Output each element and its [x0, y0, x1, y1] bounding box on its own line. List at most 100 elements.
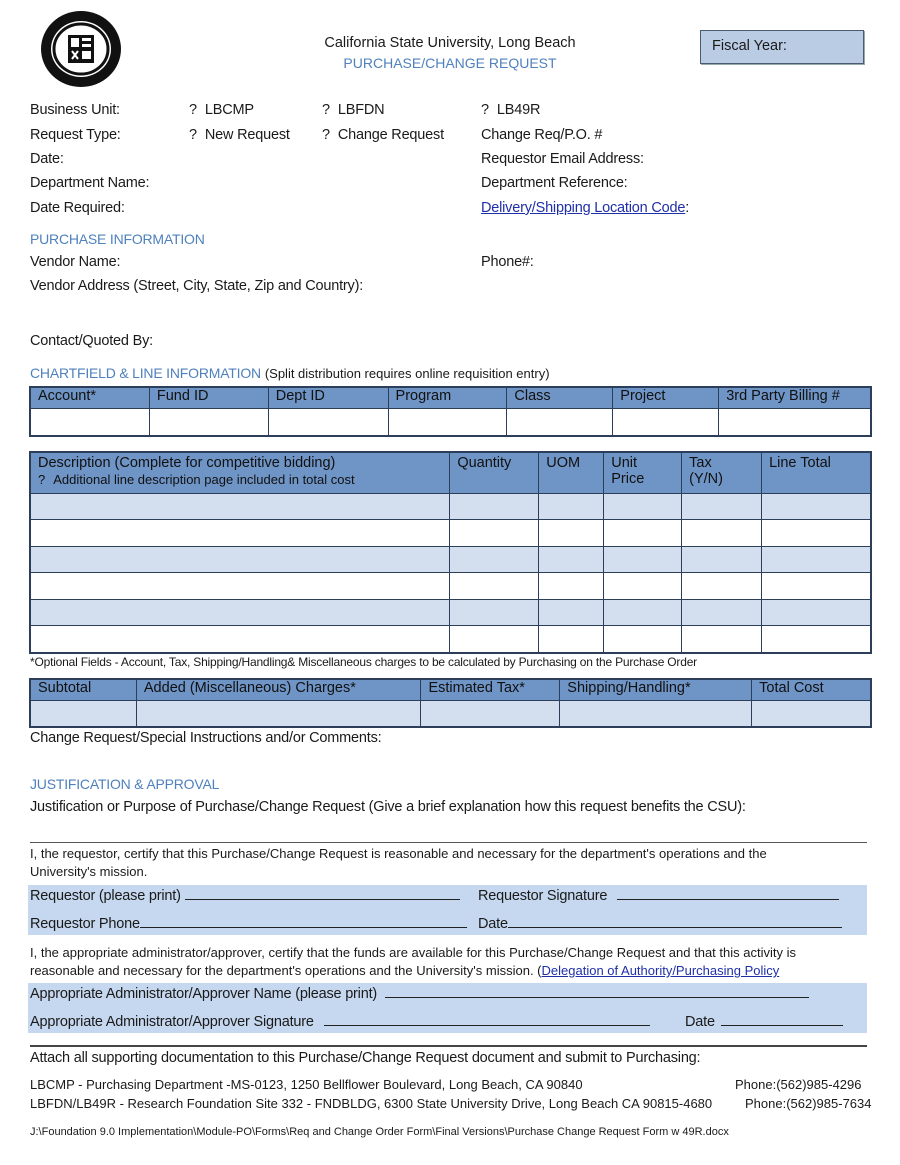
- line-total-input[interactable]: [761, 546, 871, 573]
- quantity-input[interactable]: [449, 572, 540, 600]
- unit-price-input[interactable]: [603, 546, 683, 573]
- shipping-handling-input[interactable]: [559, 700, 753, 728]
- unit-price-input[interactable]: [603, 572, 683, 600]
- approver-date-field[interactable]: Date: [685, 1014, 843, 1030]
- chartfield-row: [30, 408, 871, 437]
- col-line-total: Line Total: [761, 452, 871, 494]
- change-request-option[interactable]: ? Change Request: [322, 127, 444, 143]
- lbfdn-phone: Phone:(562)985-7634: [745, 1096, 872, 1111]
- uom-input[interactable]: [538, 599, 605, 626]
- subtotal-input[interactable]: [30, 700, 137, 728]
- line-total-input[interactable]: [761, 493, 871, 520]
- col-unit-price: Unit Price: [603, 452, 683, 494]
- requestor-date-field[interactable]: Date: [478, 916, 842, 932]
- quantity-input[interactable]: [449, 599, 540, 626]
- col-dept-id: Dept ID: [267, 387, 389, 409]
- requestor-phone-line[interactable]: [139, 916, 467, 928]
- comments-label: Change Request/Special Instructions and/…: [30, 730, 382, 746]
- approver-cert-line1: I, the appropriate administrator/approve…: [30, 945, 796, 960]
- delivery-location-link[interactable]: Delivery/Shipping Location Code: [481, 200, 685, 216]
- program-input[interactable]: [387, 408, 508, 437]
- col-shipping-handling: Shipping/Handling*: [559, 679, 753, 701]
- description-input[interactable]: [29, 493, 451, 520]
- uom-input[interactable]: [538, 625, 605, 653]
- line-total-input[interactable]: [761, 599, 871, 626]
- account-input[interactable]: [30, 408, 150, 437]
- col-class: Class: [506, 387, 614, 409]
- tax-input[interactable]: [681, 625, 763, 653]
- col-program: Program: [387, 387, 508, 409]
- chartfield-heading: CHARTFIELD & LINE INFORMATION (Split dis…: [30, 365, 550, 381]
- date-required-label: Date Required:: [30, 200, 125, 216]
- approver-date-line[interactable]: [720, 1014, 843, 1026]
- approver-signature-line[interactable]: [323, 1014, 650, 1026]
- unit-price-input[interactable]: [603, 599, 683, 626]
- uom-input[interactable]: [538, 546, 605, 573]
- tax-input[interactable]: [681, 599, 763, 626]
- tax-input[interactable]: [681, 493, 763, 520]
- checkbox-icon[interactable]: ?: [322, 127, 330, 143]
- requestor-print-field[interactable]: Requestor (please print): [30, 888, 460, 904]
- unit-price-input[interactable]: [603, 519, 683, 547]
- unit-price-input[interactable]: [603, 625, 683, 653]
- checkbox-icon[interactable]: ?: [38, 472, 45, 487]
- delivery-location-field: Delivery/Shipping Location Code:: [481, 200, 690, 216]
- checkbox-icon[interactable]: ?: [322, 102, 330, 118]
- line-item-row: [29, 572, 871, 600]
- requestor-signature-field[interactable]: Requestor Signature: [478, 888, 840, 904]
- checkbox-icon[interactable]: ?: [189, 102, 197, 118]
- contact-quoted-by-label: Contact/Quoted By:: [30, 333, 153, 349]
- description-input[interactable]: [29, 599, 451, 626]
- line-total-input[interactable]: [761, 625, 871, 653]
- tax-input[interactable]: [681, 546, 763, 573]
- delegation-policy-link[interactable]: Delegation of Authority/Purchasing Polic…: [542, 963, 780, 978]
- requestor-print-line[interactable]: [184, 888, 460, 900]
- quantity-input[interactable]: [449, 625, 540, 653]
- quantity-input[interactable]: [449, 546, 540, 573]
- quantity-input[interactable]: [449, 493, 540, 520]
- third-party-billing-input[interactable]: [718, 408, 871, 437]
- fiscal-year-field[interactable]: Fiscal Year:: [700, 30, 864, 64]
- project-input[interactable]: [612, 408, 720, 437]
- phone-label: Phone#:: [481, 254, 534, 270]
- requestor-date-line[interactable]: [507, 916, 842, 928]
- business-unit-lbfdn-option[interactable]: ? LBFDN: [322, 102, 385, 118]
- col-subtotal: Subtotal: [30, 679, 137, 701]
- approver-name-field[interactable]: Appropriate Administrator/Approver Name …: [30, 986, 809, 1002]
- description-input[interactable]: [29, 625, 451, 653]
- quantity-input[interactable]: [449, 519, 540, 547]
- requestor-cert-line2: University's mission.: [30, 864, 148, 879]
- col-added-charges: Added (Miscellaneous) Charges*: [135, 679, 422, 701]
- uom-input[interactable]: [538, 493, 605, 520]
- tax-input[interactable]: [681, 572, 763, 600]
- total-cost-input[interactable]: [751, 700, 871, 728]
- justification-prompt: Justification or Purpose of Purchase/Cha…: [30, 799, 746, 815]
- fund-id-input[interactable]: [148, 408, 269, 437]
- description-input[interactable]: [29, 546, 451, 573]
- line-total-input[interactable]: [761, 519, 871, 547]
- approver-name-line[interactable]: [384, 986, 809, 998]
- tax-input[interactable]: [681, 519, 763, 547]
- description-input[interactable]: [29, 519, 451, 547]
- uom-input[interactable]: [538, 519, 605, 547]
- line-total-input[interactable]: [761, 572, 871, 600]
- requestor-phone-field[interactable]: Requestor Phone: [30, 916, 467, 932]
- estimated-tax-input[interactable]: [420, 700, 561, 728]
- lbcmp-phone: Phone:(562)985-4296: [735, 1077, 862, 1092]
- approver-signature-field[interactable]: Appropriate Administrator/Approver Signa…: [30, 1014, 650, 1030]
- totals-table: Subtotal Added (Miscellaneous) Charges* …: [30, 679, 871, 728]
- added-charges-input[interactable]: [135, 700, 422, 728]
- unit-price-input[interactable]: [603, 493, 683, 520]
- new-request-option[interactable]: ? New Request: [189, 127, 290, 143]
- additional-page-option[interactable]: ? Additional line description page includ…: [38, 472, 442, 487]
- class-input[interactable]: [506, 408, 614, 437]
- business-unit-lb49r-option[interactable]: ? LB49R: [481, 102, 540, 118]
- col-fund-id: Fund ID: [148, 387, 269, 409]
- checkbox-icon[interactable]: ?: [189, 127, 197, 143]
- checkbox-icon[interactable]: ?: [481, 102, 489, 118]
- description-input[interactable]: [29, 572, 451, 600]
- business-unit-lbcmp-option[interactable]: ? LBCMP: [189, 102, 254, 118]
- uom-input[interactable]: [538, 572, 605, 600]
- requestor-signature-line[interactable]: [617, 888, 840, 900]
- dept-id-input[interactable]: [267, 408, 389, 437]
